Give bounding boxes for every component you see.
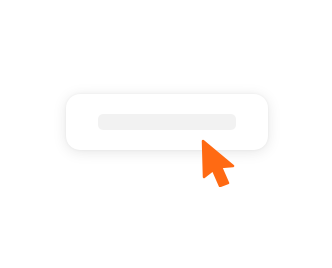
placeholder-bar[interactable] <box>98 114 236 130</box>
input-card[interactable] <box>66 94 268 150</box>
canvas <box>0 0 332 268</box>
pointer-cursor-icon <box>200 137 236 187</box>
